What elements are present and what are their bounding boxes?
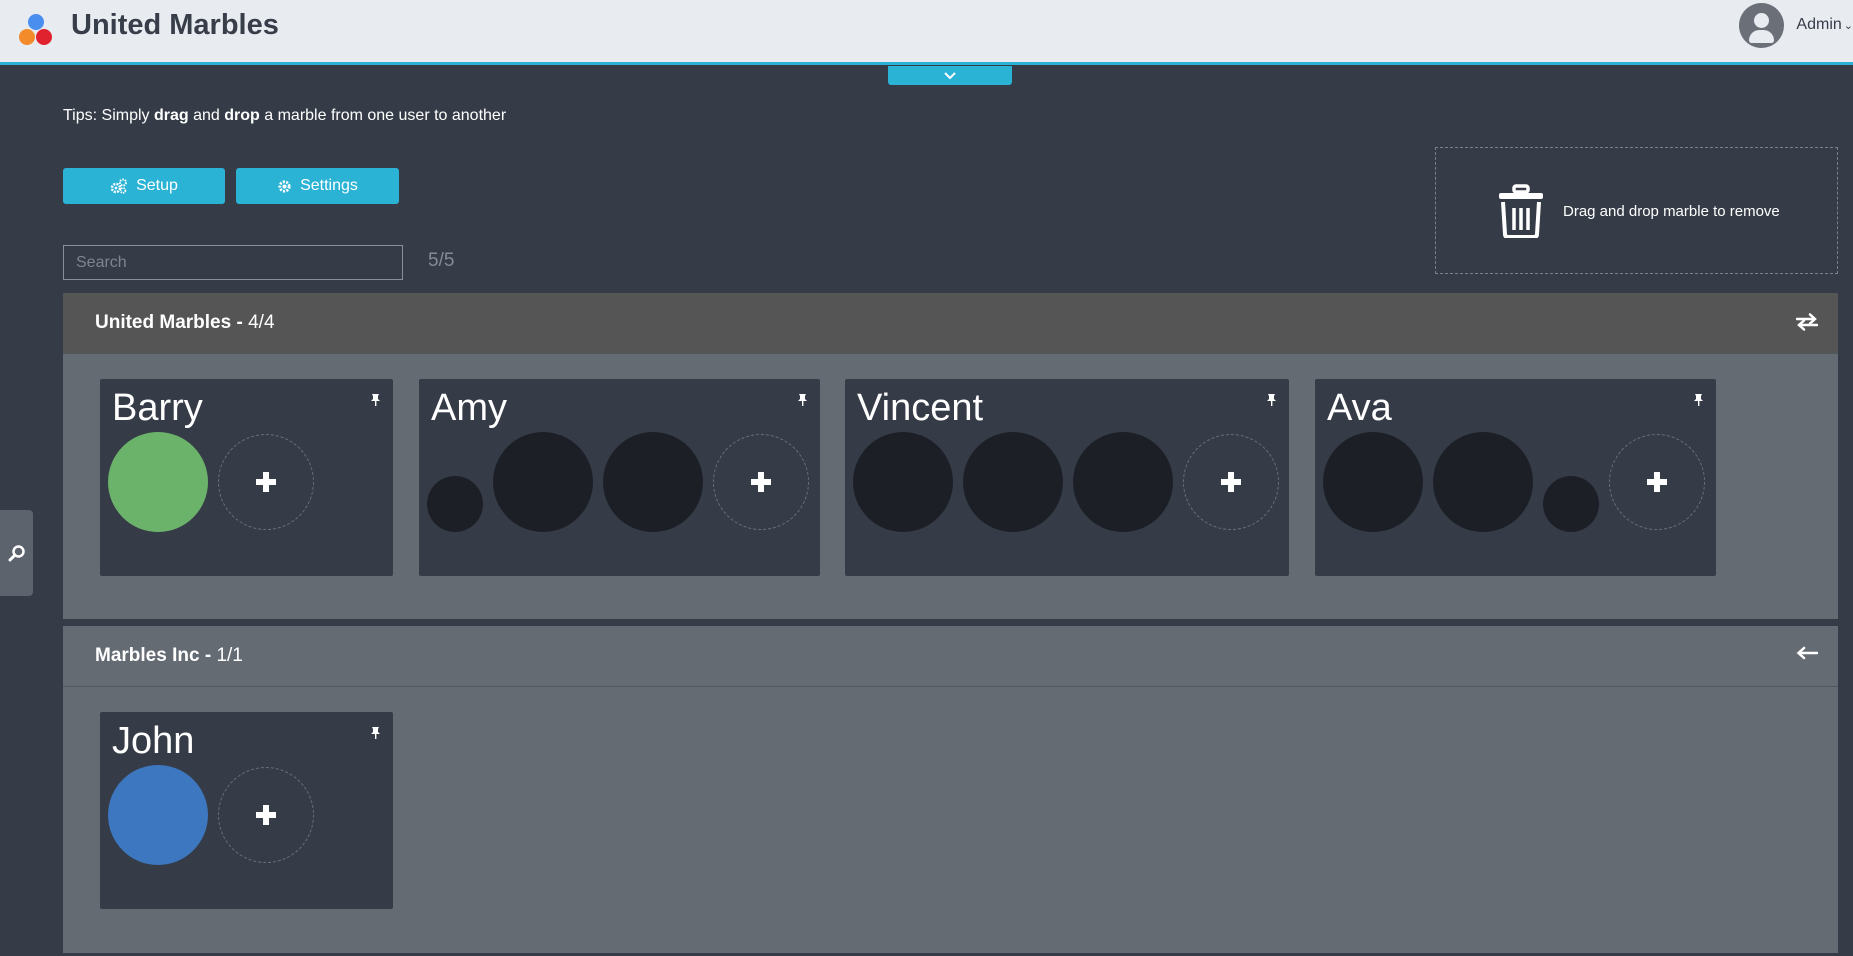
marble[interactable] [1323, 432, 1423, 532]
marble[interactable] [493, 432, 593, 532]
marble[interactable] [1433, 432, 1533, 532]
marble[interactable] [108, 765, 208, 865]
trash-drop-text: Drag and drop marble to remove [1563, 203, 1780, 220]
top-bar: United Marbles Admin ⌄ [0, 0, 1853, 65]
plus-icon [256, 805, 276, 825]
add-marble-button[interactable] [713, 434, 809, 530]
chevron-down-icon [944, 71, 956, 79]
pin-icon[interactable] [1693, 393, 1704, 407]
marble-list [853, 432, 1279, 532]
marble[interactable] [853, 432, 953, 532]
marble[interactable] [1543, 476, 1599, 532]
user-name: John [112, 720, 195, 762]
plus-icon [1221, 472, 1241, 492]
side-search-button[interactable] [0, 510, 33, 596]
arrow-left-icon[interactable] [1796, 646, 1818, 660]
marble-list [427, 432, 809, 532]
marble[interactable] [963, 432, 1063, 532]
plus-icon [751, 472, 771, 492]
gears-icon [110, 178, 128, 194]
user-card-barry[interactable]: Barry [100, 379, 393, 576]
swap-arrows-icon[interactable] [1796, 313, 1818, 331]
user-card-vincent[interactable]: Vincent [845, 379, 1289, 576]
marble-list [108, 432, 314, 532]
plus-icon [1647, 472, 1667, 492]
app-logo-icon [17, 12, 55, 48]
gear-icon [278, 179, 291, 193]
app-title: United Marbles [71, 9, 279, 41]
user-name: Amy [431, 387, 507, 429]
group-panel-marbles-inc: Marbles Inc - 1/1 John [63, 626, 1838, 953]
user-name[interactable]: Admin [1796, 16, 1841, 34]
user-name: Ava [1327, 387, 1392, 429]
marble-list [1323, 432, 1705, 532]
tips-text: Tips: Simply drag and drop a marble from… [63, 107, 507, 124]
group-header[interactable]: Marbles Inc - 1/1 [63, 626, 1838, 687]
plus-icon [256, 472, 276, 492]
collapse-toggle-button[interactable] [888, 66, 1012, 85]
add-marble-button[interactable] [1609, 434, 1705, 530]
search-icon [8, 545, 25, 562]
setup-button[interactable]: Setup [63, 168, 225, 204]
group-title: United Marbles - 4/4 [95, 312, 275, 333]
trash-icon [1499, 184, 1543, 238]
pin-icon[interactable] [370, 726, 381, 740]
user-name: Vincent [857, 387, 984, 429]
user-name: Barry [112, 387, 203, 429]
search-input[interactable] [63, 245, 403, 280]
user-card-amy[interactable]: Amy [419, 379, 820, 576]
group-header[interactable]: United Marbles - 4/4 [63, 293, 1838, 354]
pin-icon[interactable] [370, 393, 381, 407]
pin-icon[interactable] [797, 393, 808, 407]
user-card-ava[interactable]: Ava [1315, 379, 1716, 576]
user-avatar-icon[interactable] [1739, 2, 1785, 48]
group-panel-united-marbles: United Marbles - 4/4 Barry Amy Vincent A… [63, 293, 1838, 619]
user-count: 5/5 [428, 250, 455, 271]
setup-button-label: Setup [136, 177, 178, 194]
marble[interactable] [603, 432, 703, 532]
settings-button[interactable]: Settings [236, 168, 399, 204]
chevron-down-icon[interactable]: ⌄ [1844, 19, 1853, 32]
user-card-john[interactable]: John [100, 712, 393, 909]
add-marble-button[interactable] [218, 434, 314, 530]
user-menu[interactable]: Admin ⌄ [1739, 0, 1853, 50]
settings-button-label: Settings [300, 177, 358, 194]
marble[interactable] [108, 432, 208, 532]
add-marble-button[interactable] [218, 767, 314, 863]
marble[interactable] [427, 476, 483, 532]
pin-icon[interactable] [1266, 393, 1277, 407]
marble[interactable] [1073, 432, 1173, 532]
add-marble-button[interactable] [1183, 434, 1279, 530]
group-title: Marbles Inc - 1/1 [95, 645, 243, 666]
marble-list [108, 765, 314, 865]
trash-drop-zone[interactable]: Drag and drop marble to remove [1435, 147, 1838, 274]
